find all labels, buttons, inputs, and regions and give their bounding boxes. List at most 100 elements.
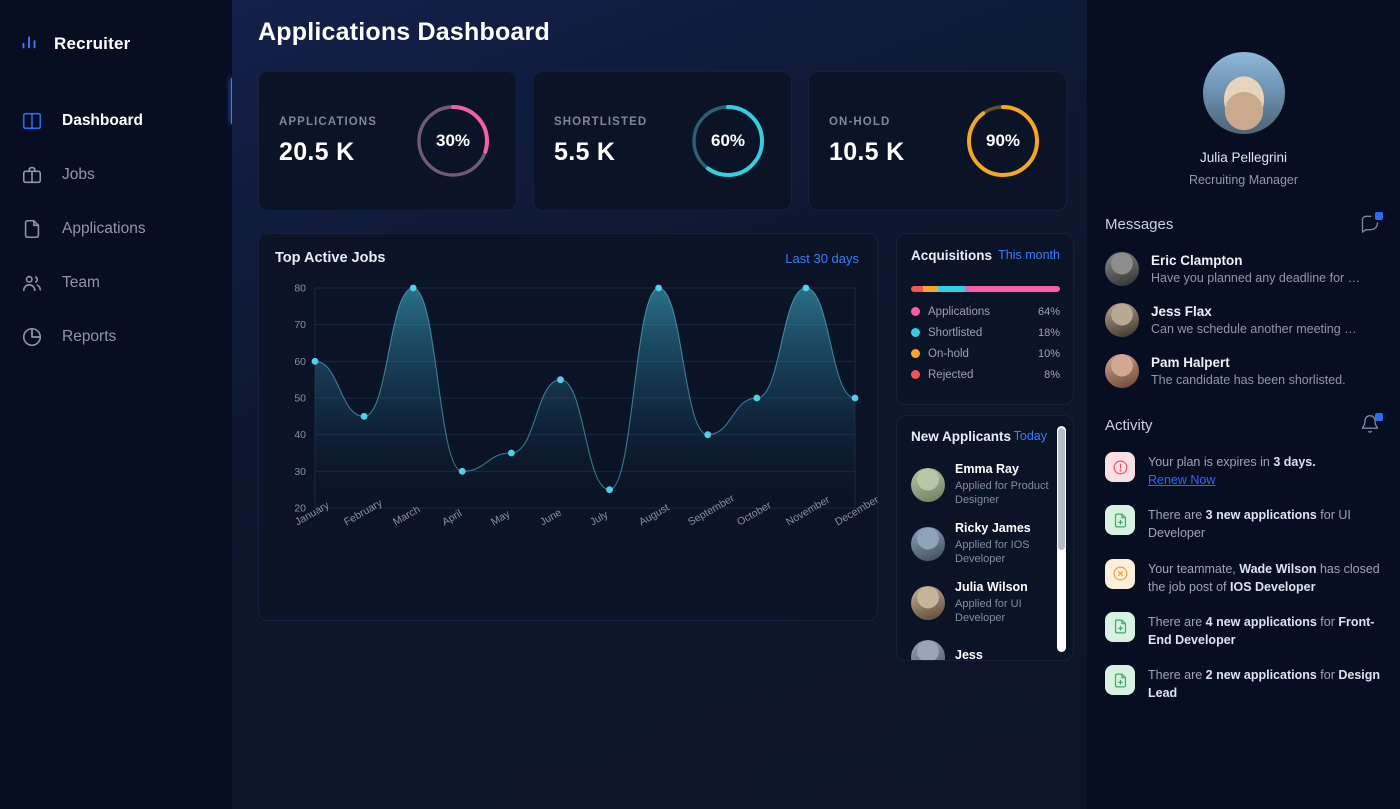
messages-header: Messages: [1105, 212, 1383, 235]
message-body: Jess Flax Can we schedule another meeting…: [1151, 304, 1357, 336]
messages-list: Eric Clampton Have you planned any deadli…: [1105, 252, 1382, 388]
sidebar-item-label: Reports: [62, 328, 117, 345]
kpi-percent: 90%: [985, 131, 1021, 150]
briefcase-icon: [20, 163, 44, 187]
legend-dot: [911, 349, 920, 359]
activity-title: Activity: [1105, 416, 1153, 434]
legend-label: Applications: [928, 305, 991, 318]
avatar[interactable]: [1202, 52, 1285, 134]
message-list-item[interactable]: Jess Flax Can we schedule another meeting…: [1105, 303, 1382, 337]
bell-icon[interactable]: [1360, 413, 1383, 436]
applicant-list-item[interactable]: Emma Ray Applied for Product Designer: [911, 462, 1051, 507]
layout-panel-icon: [20, 109, 44, 133]
activity-text-part: Wade Wilson: [1239, 561, 1317, 576]
applicant-info: Jess: [955, 648, 983, 661]
applicant-list-item[interactable]: Jess: [911, 639, 1051, 661]
activity-text: There are 3 new applications for UI Deve…: [1148, 505, 1382, 542]
message-preview: Have you planned any deadline for …: [1151, 271, 1361, 285]
kpi-percent: 60%: [710, 131, 746, 150]
sidebar-item-applications[interactable]: Applications: [0, 202, 232, 256]
activity-text: There are 2 new applications for Design …: [1148, 665, 1382, 702]
activity-text-part: Your plan is expires in: [1148, 455, 1274, 469]
legend-dot: [911, 370, 920, 380]
new-applicants-card: New Applicants Today Emma Ray Applied for…: [896, 414, 1074, 661]
renew-now-link[interactable]: Renew Now: [1148, 473, 1215, 487]
legend-label: Rejected: [928, 368, 974, 381]
activity-text-part: There are: [1148, 668, 1206, 682]
acquisitions-range-link[interactable]: This month: [998, 248, 1060, 262]
acquisitions-row: Shortlisted 18%: [911, 327, 1060, 339]
sidebar-item-label: Applications: [62, 220, 146, 237]
activity-text-part: IOS Developer: [1230, 579, 1316, 594]
user-profile: Julia Pellegrini Recruiting Manager: [1105, 0, 1382, 187]
kpi-card-applications: APPLICATIONS 20.5 K 30%: [258, 71, 517, 211]
sidebar: Recruiter Dashboard Jobs Applications Team R…: [0, 0, 234, 809]
activity-text-part: 3 new applications: [1205, 508, 1317, 523]
activity-list-item[interactable]: Your plan is expires in 3 days. Renew Now: [1105, 452, 1382, 489]
activity-list-item[interactable]: There are 2 new applications for Design …: [1105, 665, 1382, 702]
legend-percent: 18%: [1037, 326, 1060, 339]
acquisitions-row: Rejected 8%: [911, 369, 1060, 381]
sidebar-item-label: Team: [62, 274, 100, 291]
kpi-label: ON-HOLD: [829, 115, 891, 128]
message-sender: Jess Flax: [1151, 304, 1212, 319]
lower-section: Top Active Jobs Last 30 days 20 30 40 50 60 7…: [258, 233, 1074, 661]
kpi-value: 10.5 K: [829, 137, 905, 166]
sidebar-item-jobs[interactable]: Jobs: [0, 148, 232, 202]
acq-bar-segment: [937, 285, 965, 292]
messages-title: Messages: [1105, 215, 1174, 233]
activity-text-part: 4 new applications: [1205, 614, 1317, 629]
message-body: Eric Clampton Have you planned any deadli…: [1151, 253, 1360, 285]
main-right-column: Acquisitions This month Applications 64% S…: [896, 233, 1074, 661]
chat-bubble-icon[interactable]: [1360, 212, 1383, 235]
kpi-donut: 30%: [412, 100, 494, 182]
acquisitions-row: Applications 64%: [911, 306, 1060, 318]
applicant-info: Ricky James Applied for IOS Developer: [955, 521, 1051, 566]
message-sender: Eric Clampton: [1151, 253, 1243, 268]
message-sender: Pam Halpert: [1151, 355, 1230, 370]
applicant-role: Applied for Product Designer: [955, 479, 1049, 506]
applicant-name: Julia Wilson: [955, 580, 1028, 595]
legend-label: On-hold: [928, 347, 969, 360]
kpi-cards: APPLICATIONS 20.5 K 30% SHORTLISTED 5.5 K 60%…: [258, 71, 1067, 211]
applicant-list-item[interactable]: Ricky James Applied for IOS Developer: [911, 521, 1051, 566]
activity-text-part: for: [1316, 614, 1339, 629]
sidebar-nav: Dashboard Jobs Applications Team Reports: [0, 94, 232, 364]
avatar: [911, 526, 945, 561]
document-icon: [20, 217, 44, 241]
brand-name: Recruiter: [54, 34, 131, 53]
applicant-name: Emma Ray: [955, 462, 1019, 477]
sidebar-item-team[interactable]: Team: [0, 256, 232, 310]
sidebar-item-label: Dashboard: [62, 112, 143, 129]
new-applicants-range-link[interactable]: Today: [1014, 429, 1047, 443]
sidebar-item-dashboard[interactable]: Dashboard: [0, 94, 232, 148]
applicant-list-item[interactable]: Julia Wilson Applied for UI Developer: [911, 580, 1051, 625]
sidebar-item-reports[interactable]: Reports: [0, 310, 232, 364]
activity-list-item[interactable]: There are 3 new applications for UI Deve…: [1105, 505, 1382, 542]
svg-text:50: 50: [294, 393, 306, 405]
applicant-name: Jess: [955, 648, 983, 661]
activity-text: Your teammate, Wade Wilson has closed th…: [1148, 559, 1382, 596]
message-body: Pam Halpert The candidate has been shorli…: [1151, 355, 1346, 387]
activity-list-item[interactable]: There are 4 new applications for Front-E…: [1105, 611, 1382, 649]
people-icon: [20, 271, 44, 295]
kpi-text: ON-HOLD 10.5 K: [829, 116, 904, 167]
chart-range-link[interactable]: Last 30 days: [785, 251, 859, 266]
applicants-scrollbar[interactable]: [1057, 425, 1066, 652]
legend-dot: [911, 328, 920, 338]
applicant-role: Applied for UI Developer: [955, 598, 1022, 625]
message-list-item[interactable]: Pam Halpert The candidate has been shorli…: [1105, 354, 1382, 388]
acquisitions-legend: Applications 64% Shortlisted 18% On-hold 10% R…: [911, 306, 1060, 381]
svg-text:60: 60: [294, 356, 306, 368]
message-list-item[interactable]: Eric Clampton Have you planned any deadli…: [1105, 252, 1382, 286]
new-applicants-title: New Applicants: [911, 428, 1012, 444]
svg-text:30: 30: [294, 466, 306, 478]
activity-list-item[interactable]: Your teammate, Wade Wilson has closed th…: [1105, 558, 1382, 596]
avatar: [1105, 252, 1139, 286]
svg-text:40: 40: [294, 429, 306, 441]
file-plus-icon: [1105, 505, 1135, 536]
kpi-donut: 90%: [962, 100, 1044, 182]
applicants-scrollbar-thumb[interactable]: [1058, 427, 1065, 550]
legend-percent: 10%: [1037, 347, 1060, 360]
brand: Recruiter: [0, 10, 232, 66]
